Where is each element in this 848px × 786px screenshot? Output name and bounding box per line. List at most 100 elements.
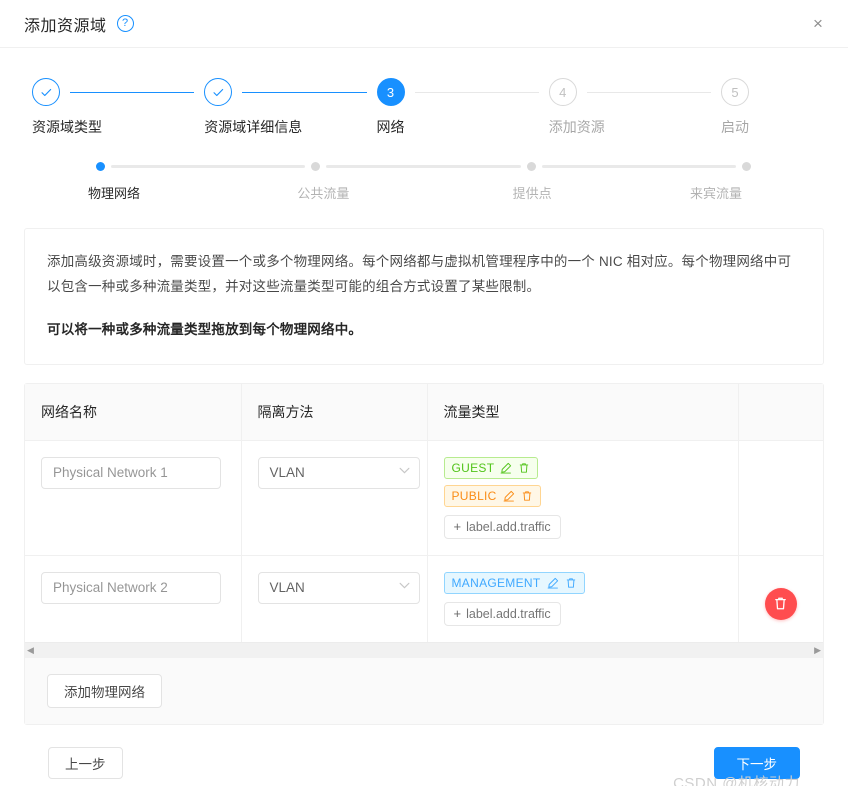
substep-label: 物理网络 [88, 186, 141, 201]
step-label: 资源域类型 [32, 119, 102, 135]
step-zone-details[interactable]: 资源域详细信息 [204, 76, 376, 137]
cell-isolation-method: VLAN [241, 555, 428, 642]
add-traffic-button[interactable]: + label.add.traffic [443, 601, 561, 626]
column-header-isolation-method: 隔离方法 [241, 384, 428, 441]
plus-icon: + [453, 606, 462, 621]
scroll-left-icon[interactable]: ◀ [27, 645, 34, 655]
add-traffic-label: label.add.traffic [466, 606, 551, 621]
isolation-method-value: VLAN [269, 465, 305, 480]
next-button[interactable]: 下一步 [713, 746, 800, 779]
step-icon-row [32, 76, 204, 108]
traffic-tag-guest[interactable]: GUEST [443, 456, 539, 479]
step-launch[interactable]: 5 启动 [721, 76, 816, 137]
substep-connector [541, 164, 736, 168]
step-icon-row: 3 [376, 76, 549, 108]
chevron-down-icon [399, 582, 410, 592]
column-header-traffic-types: 流量类型 [427, 384, 739, 441]
info-paragraph: 添加高级资源域时，需要设置一个或多个物理网络。每个网络都与虚拟机管理程序中的一个… [47, 254, 792, 294]
isolation-method-value: VLAN [269, 580, 305, 595]
cell-traffic-types: MANAGEMENT + label.add.traffic [427, 555, 739, 642]
check-icon [32, 78, 60, 106]
substep-icon-row [96, 161, 311, 171]
substep-connector [111, 164, 306, 168]
dot-icon [741, 161, 751, 171]
traffic-tag-management-wrap: MANAGEMENT [443, 571, 722, 600]
info-panel: 添加高级资源域时，需要设置一个或多个物理网络。每个网络都与虚拟机管理程序中的一个… [24, 228, 824, 365]
scroll-right-icon[interactable]: ▶ [814, 645, 821, 655]
cell-network-name [25, 440, 242, 556]
trash-icon [773, 596, 788, 611]
substep-icon-row [526, 161, 742, 171]
step-network[interactable]: 3 网络 [376, 76, 549, 137]
column-header-actions [738, 384, 823, 441]
isolation-method-select[interactable]: VLAN [257, 456, 420, 489]
traffic-tag-label: MANAGEMENT [451, 575, 541, 590]
pencil-icon[interactable] [547, 577, 559, 589]
add-physical-network-button[interactable]: 添加物理网络 [47, 673, 162, 708]
network-name-input[interactable] [41, 571, 221, 604]
table-row: VLAN GUEST [25, 440, 823, 556]
network-name-input[interactable] [41, 456, 221, 489]
dot-icon [311, 161, 321, 171]
trash-icon[interactable] [521, 490, 533, 502]
traffic-tag-public-wrap: PUBLIC [443, 484, 722, 513]
substep-connector [326, 164, 521, 168]
step-connector [242, 91, 367, 93]
step-icon-row: 5 [721, 76, 816, 108]
column-header-network-name: 网络名称 [25, 384, 242, 441]
step-icon-row [204, 76, 376, 108]
substep-icon-row [741, 161, 752, 171]
traffic-tag-guest-wrap: GUEST [443, 456, 722, 485]
horizontal-scrollbar[interactable]: ◀ ▶ [25, 641, 823, 658]
traffic-tag-public[interactable]: PUBLIC [443, 484, 541, 507]
step-add-resources[interactable]: 4 添加资源 [548, 76, 721, 137]
cell-actions [738, 440, 823, 556]
substep-icon-row [311, 161, 526, 171]
table-row: VLAN MANAGEMENT [25, 555, 823, 642]
modal-body: 资源域类型 资源域详细信息 3 网络 4 添加资源 5 启动 物理网络 公共流量… [0, 76, 848, 786]
add-traffic-label: label.add.traffic [466, 519, 551, 534]
delete-network-button[interactable] [764, 587, 797, 620]
add-traffic-button[interactable]: + label.add.traffic [443, 514, 561, 539]
step-number: 5 [721, 78, 749, 106]
cell-network-name [25, 555, 242, 642]
cell-actions [738, 555, 823, 642]
previous-button[interactable]: 上一步 [48, 746, 123, 779]
step-label: 资源域详细信息 [204, 119, 303, 135]
substep-guest-traffic[interactable]: 来宾流量 [690, 161, 752, 202]
table-header-row: 网络名称 隔离方法 流量类型 [25, 384, 823, 441]
modal-footer: 上一步 下一步 CSDN @机核动力 [24, 725, 824, 786]
step-connector [414, 91, 539, 93]
traffic-tag-management[interactable]: MANAGEMENT [443, 571, 585, 594]
pencil-icon[interactable] [503, 490, 515, 502]
step-label: 启动 [721, 119, 749, 135]
step-connector [70, 91, 195, 93]
physical-networks-table: 网络名称 隔离方法 流量类型 VLAN [24, 383, 824, 725]
plus-icon: + [453, 519, 462, 534]
isolation-method-select[interactable]: VLAN [257, 571, 420, 604]
table-footer: 添加物理网络 [25, 657, 823, 724]
substep-public-traffic[interactable]: 公共流量 [297, 161, 526, 202]
pencil-icon[interactable] [500, 462, 512, 474]
step-number: 3 [376, 78, 405, 106]
close-icon[interactable]: × [806, 12, 830, 36]
wizard-steps: 资源域类型 资源域详细信息 3 网络 4 添加资源 5 启动 [24, 76, 824, 137]
chevron-down-icon [399, 467, 410, 477]
trash-icon[interactable] [518, 462, 530, 474]
cell-traffic-types: GUEST PUBLIC + label.add.traffic [427, 440, 739, 556]
question-circle-icon[interactable]: ? [116, 15, 134, 32]
cell-isolation-method: VLAN [241, 440, 428, 556]
modal-header: 添加资源域 ? × [0, 0, 848, 48]
step-icon-row: 4 [548, 76, 721, 108]
trash-icon[interactable] [565, 577, 577, 589]
dot-icon [96, 161, 105, 171]
wizard-substeps: 物理网络 公共流量 提供点 来宾流量 [24, 161, 824, 202]
step-label: 添加资源 [548, 119, 605, 135]
substep-label: 公共流量 [297, 186, 350, 201]
check-icon [204, 78, 233, 106]
info-bold-note: 可以将一种或多种流量类型拖放到每个物理网络中。 [47, 322, 363, 337]
step-zone-type[interactable]: 资源域类型 [32, 76, 204, 137]
substep-physical-network[interactable]: 物理网络 [88, 161, 311, 202]
step-number: 4 [548, 78, 577, 106]
traffic-tag-label: GUEST [451, 460, 495, 475]
